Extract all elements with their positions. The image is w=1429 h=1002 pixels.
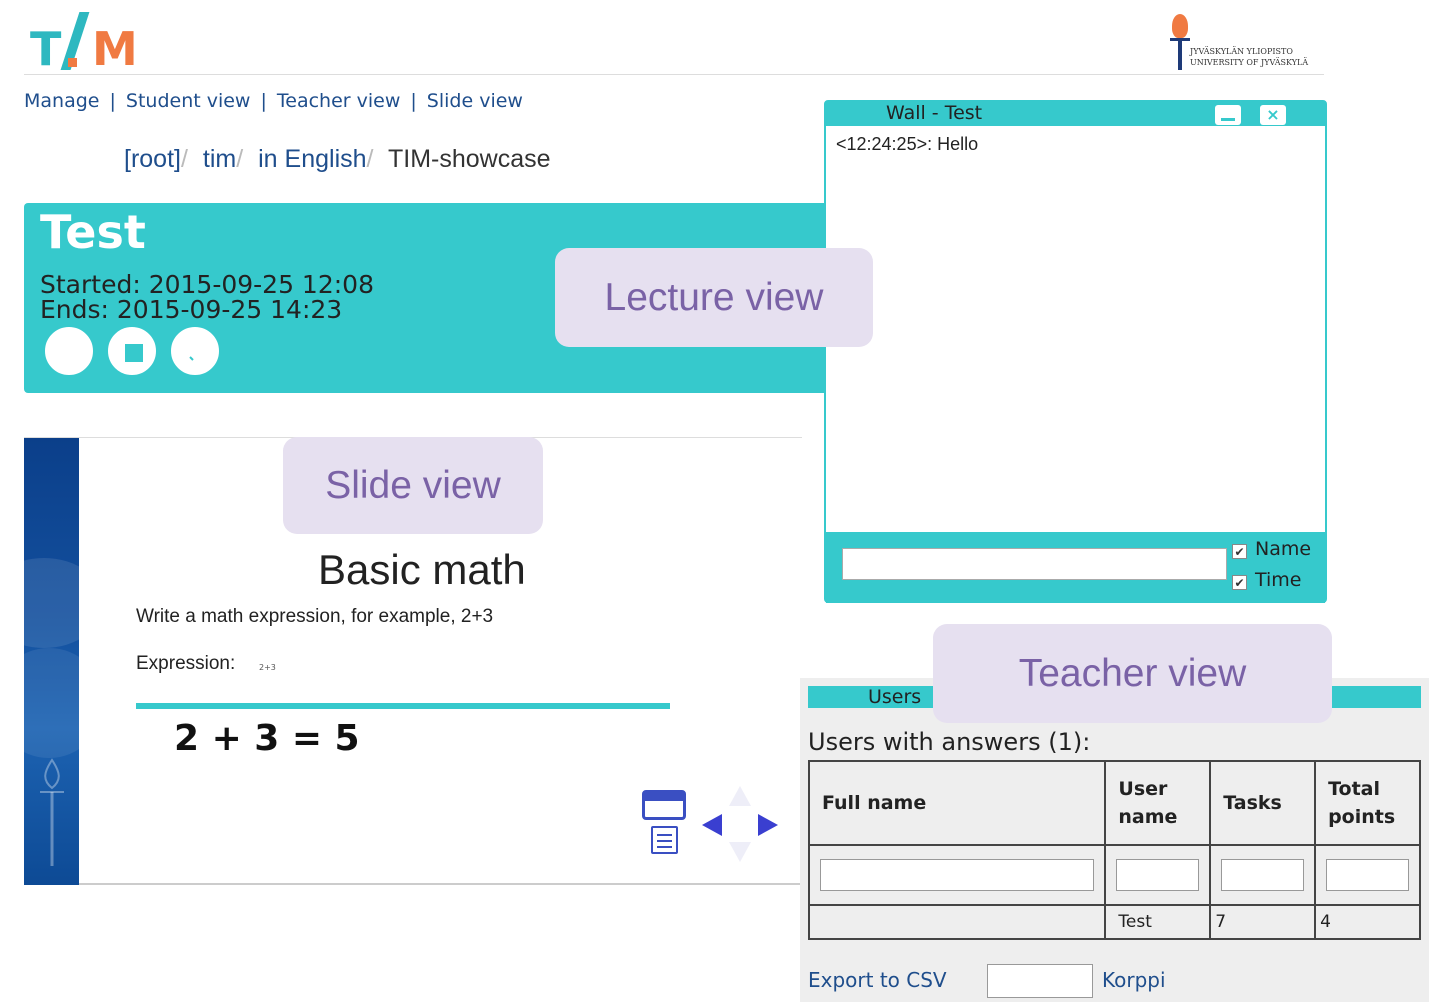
- edit-icon: [187, 343, 207, 363]
- checkbox-check-icon: ✔: [1232, 575, 1247, 590]
- filter-row: [807, 844, 1421, 906]
- leave-icon: [56, 340, 82, 366]
- filter-cell: [1314, 844, 1421, 906]
- column-header-total-points[interactable]: Total points: [1314, 760, 1421, 846]
- filter-cell: [807, 844, 1107, 906]
- table-row[interactable]: Test 7 4: [807, 904, 1421, 940]
- tasks-filter-input[interactable]: [1221, 859, 1305, 891]
- cell-full-name: [807, 904, 1107, 940]
- breadcrumb-tim[interactable]: tim: [203, 145, 236, 173]
- slide-navigation: [640, 786, 790, 866]
- show-time-label: Time: [1255, 569, 1302, 591]
- show-name-checkbox[interactable]: ✔ Name: [1232, 538, 1311, 560]
- minimize-icon[interactable]: [1215, 105, 1241, 125]
- university-logo-line-fi: JYVÄSKYLÄN YLIOPISTO: [1190, 47, 1293, 56]
- breadcrumb-separator: /: [366, 145, 374, 173]
- arrow-right-icon[interactable]: [758, 814, 778, 836]
- logo-letter-t: T: [30, 22, 61, 76]
- table-header-row: Full name User name Tasks Total points: [807, 760, 1421, 846]
- stop-lecture-button[interactable]: [106, 325, 158, 377]
- cell-total-points: 4: [1314, 904, 1421, 940]
- wall-window: Wall - Test × <12:24:25>: Hello ✔ Name ✔ T…: [824, 100, 1327, 603]
- nav-student-view[interactable]: Student view: [126, 90, 251, 112]
- cell-tasks: 7: [1209, 904, 1317, 940]
- arrow-down-icon[interactable]: [729, 842, 751, 862]
- nav-manage[interactable]: Manage: [24, 90, 99, 112]
- breadcrumb-separator: /: [180, 145, 188, 173]
- window-icon[interactable]: [642, 790, 686, 820]
- expression-label: Expression:: [136, 653, 236, 674]
- user-name-filter-input[interactable]: [1116, 859, 1200, 891]
- close-icon[interactable]: ×: [1260, 105, 1286, 125]
- column-header-user-name[interactable]: User name: [1104, 760, 1212, 846]
- export-csv-link[interactable]: Export to CSV: [808, 968, 947, 992]
- notes-line: [657, 834, 672, 836]
- arrow-left-icon[interactable]: [702, 814, 722, 836]
- wall-title: Wall - Test: [886, 102, 983, 124]
- notes-icon[interactable]: [651, 826, 678, 854]
- lecture-ends: Ends: 2015-09-25 14:23: [40, 295, 343, 324]
- nav-slide-view[interactable]: Slide view: [427, 90, 523, 112]
- torch-pole: [1178, 40, 1182, 70]
- breadcrumb-current: TIM-showcase: [387, 145, 551, 173]
- expression-input[interactable]: 2+3: [259, 663, 276, 672]
- nav-separator: |: [260, 90, 267, 112]
- notes-line: [657, 840, 672, 842]
- column-header-full-name[interactable]: Full name: [807, 760, 1107, 846]
- full-name-filter-input[interactable]: [820, 859, 1095, 891]
- logo-dot: [68, 58, 77, 67]
- wall-titlebar[interactable]: Wall - Test ×: [826, 102, 1325, 126]
- nav-teacher-view[interactable]: Teacher view: [277, 90, 401, 112]
- sidebar-wave: [24, 648, 79, 758]
- slide-heading: Basic math: [318, 546, 526, 593]
- nav-separator: |: [109, 90, 116, 112]
- university-logo: JYVÄSKYLÄN YLIOPISTO UNIVERSITY OF JYVÄS…: [1168, 14, 1318, 72]
- show-name-label: Name: [1255, 538, 1312, 560]
- breadcrumb-in-english[interactable]: in English: [258, 145, 366, 173]
- wall-message-input[interactable]: [842, 548, 1227, 580]
- view-nav: Manage | Student view | Teacher view | Slide v…: [24, 90, 523, 112]
- logo-letter-m: M: [92, 22, 138, 76]
- slide-sidebar-decoration: [24, 438, 79, 885]
- tab-users[interactable]: Users: [868, 686, 921, 708]
- show-time-checkbox[interactable]: ✔ Time: [1232, 569, 1302, 591]
- teacher-view-callout: Teacher view: [933, 624, 1332, 723]
- arrow-up-icon[interactable]: [729, 786, 751, 806]
- checkbox-check-icon: ✔: [1232, 544, 1247, 559]
- export-input[interactable]: [987, 964, 1093, 998]
- breadcrumb: [root]/ tim/ in English/ TIM-showcase: [124, 145, 551, 174]
- slide-instructions: Write a math expression, for example, 2+…: [136, 606, 494, 627]
- total-points-filter-input[interactable]: [1326, 859, 1409, 891]
- tim-logo[interactable]: T M: [30, 12, 140, 76]
- lecture-title: Test: [40, 205, 146, 259]
- sidebar-wave: [24, 558, 79, 648]
- users-table: Full name User name Tasks Total points T…: [807, 760, 1421, 940]
- filter-cell: [1104, 844, 1212, 906]
- breadcrumb-root[interactable]: [root]: [124, 145, 181, 173]
- cell-user-name: Test: [1104, 904, 1212, 940]
- column-header-tasks[interactable]: Tasks: [1209, 760, 1317, 846]
- korppi-link[interactable]: Korppi: [1102, 968, 1166, 992]
- torch-flame-icon: [1172, 14, 1188, 38]
- nav-separator: |: [410, 90, 417, 112]
- notes-line: [657, 846, 672, 848]
- wall-message: <12:24:25>: Hello: [836, 134, 979, 154]
- lecture-view-callout: Lecture view: [555, 248, 873, 347]
- stop-icon: [122, 341, 146, 365]
- torch-icon: [40, 758, 64, 866]
- edit-lecture-button[interactable]: [169, 325, 221, 377]
- university-logo-text: JYVÄSKYLÄN YLIOPISTO UNIVERSITY OF JYVÄS…: [1190, 46, 1308, 68]
- wall-footer: ✔ Name ✔ Time: [826, 532, 1325, 603]
- teacher-view: Users Users with answers (1): Full name …: [800, 678, 1429, 1002]
- slide-view-callout: Slide view: [283, 437, 543, 534]
- university-logo-line-en: UNIVERSITY OF JYVÄSKYLÄ: [1190, 58, 1309, 67]
- users-heading: Users with answers (1):: [808, 728, 1091, 756]
- filter-cell: [1209, 844, 1317, 906]
- slide-divider: [136, 703, 670, 709]
- expression-result: 2 + 3 = 5: [174, 718, 360, 759]
- breadcrumb-separator: /: [236, 145, 244, 173]
- header-divider: [24, 74, 1324, 75]
- leave-lecture-button[interactable]: [43, 325, 95, 377]
